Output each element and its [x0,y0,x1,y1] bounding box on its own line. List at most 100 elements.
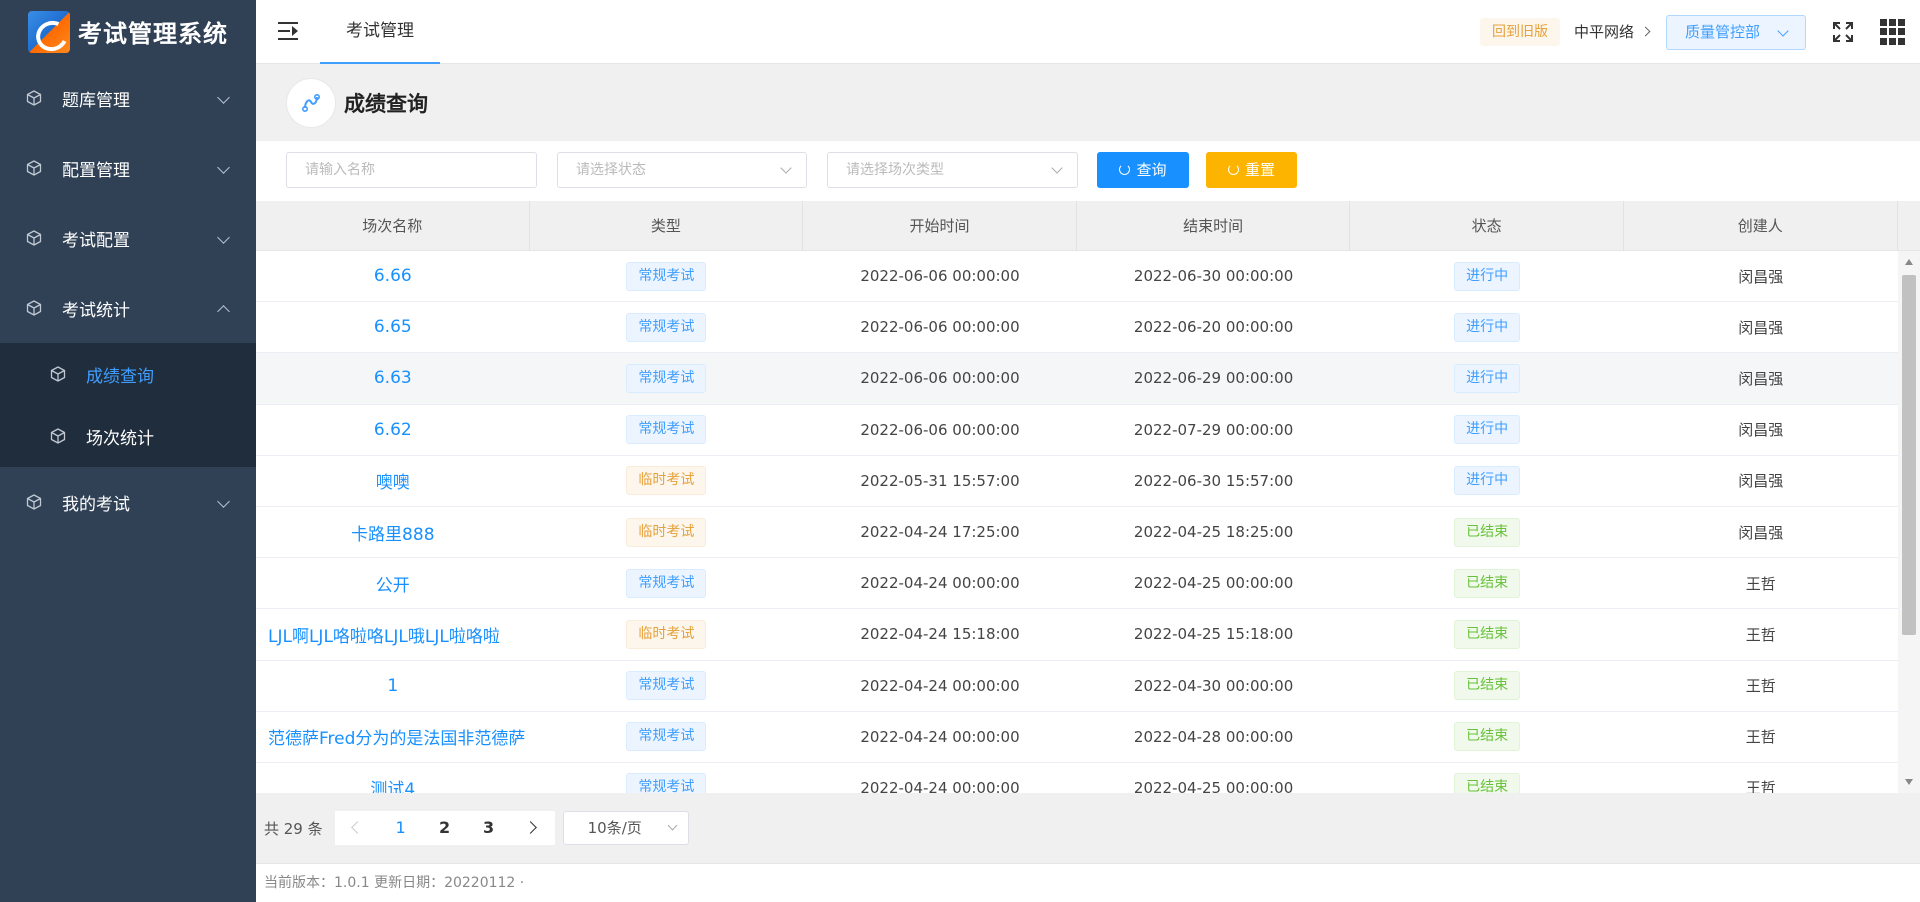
type-tag: 临时考试 [626,466,707,496]
scroll-down-icon[interactable] [1905,779,1913,785]
submenu-exam-stats: 成绩查询 场次统计 [0,343,256,467]
creator-name: 王哲 [1745,574,1776,593]
tab-exam-management[interactable]: 考试管理 [320,0,440,64]
org-label: 中平网络 [1574,23,1635,41]
status-badge-cell: 已结束 [1350,763,1624,793]
table-row[interactable]: 卡路里888 临时考试 2022-04-24 17:25:00 2022-04-25 … [256,506,1898,559]
session-name-link[interactable]: 6.63 [256,353,530,403]
sidebar-item-label: 题库管理 [62,90,130,111]
session-name-link[interactable]: 1 [256,661,530,711]
creator-name: 闵昌强 [1738,421,1784,440]
total-count: 共 29 条 [264,819,323,838]
scroll-up-icon[interactable] [1905,259,1913,265]
column-header: 场次名称 [256,201,530,251]
creator-name: 闵昌强 [1738,318,1784,337]
creator-name: 闵昌强 [1738,369,1784,388]
table-row[interactable]: 测试4 常规考试 2022-04-24 00:00:00 2022-04-25 00:… [256,762,1898,793]
end-time: 2022-06-30 00:00:00 [1133,267,1294,286]
type-tag-cell: 常规考试 [530,405,804,455]
old-version-button[interactable]: 回到旧版 [1480,18,1560,46]
type-tag-cell: 常规考试 [530,251,804,301]
page-1-button[interactable]: 1 [378,811,423,845]
session-name-link[interactable]: 噢噢 [256,456,530,506]
page-3-button[interactable]: 3 [466,811,511,845]
table-row[interactable]: 1 常规考试 2022-04-24 00:00:00 2022-04-30 00:00… [256,660,1898,712]
sidebar-item-label: 考试配置 [62,230,130,251]
end-time: 2022-04-25 00:00:00 [1133,574,1294,593]
end-time: 2022-04-25 00:00:00 [1133,778,1294,793]
query-label: 查询 [1136,161,1167,179]
type-tag-cell: 临时考试 [530,609,804,659]
creator-name: 王哲 [1745,728,1776,747]
start-time: 2022-06-06 00:00:00 [860,420,1020,439]
status-badge-cell: 已结束 [1350,558,1624,608]
org-breadcrumb[interactable]: 中平网络 [1574,18,1651,46]
table-row[interactable]: 噢噢 临时考试 2022-05-31 15:57:00 2022-06-30 15:5… [256,455,1898,507]
sidebar-item-config[interactable]: 配置管理 [0,133,256,203]
sidebar-item-exam-stats[interactable]: 考试统计 [0,273,256,343]
table-row[interactable]: 6.65 常规考试 2022-06-06 00:00:00 2022-06-20 00… [256,302,1898,354]
sidebar-item-my-exams[interactable]: 我的考试 [0,467,256,537]
app-title: 考试管理系统 [78,20,228,48]
session-name-link[interactable]: 公开 [256,558,530,608]
type-tag-cell: 常规考试 [530,558,804,608]
sidebar-item-session-stats[interactable]: 场次统计 [0,405,256,467]
session-name-link[interactable]: 6.66 [256,251,530,301]
start-time: 2022-04-24 00:00:00 [860,727,1020,746]
sidebar-item-label: 成绩查询 [86,366,154,387]
table-row[interactable]: 6.63 常规考试 2022-06-06 00:00:00 2022-06-29 00… [256,353,1898,405]
fullscreen-icon[interactable] [1831,20,1855,44]
table-row[interactable]: 范德萨Fred分为的是法国非范德萨 常规考试 2022-04-24 00:00:00… [256,711,1898,763]
reset-button[interactable]: 重置 [1206,152,1297,188]
reset-label: 重置 [1244,161,1275,179]
refresh-icon [1227,163,1239,175]
dept-label: 质量管控部 [1685,23,1761,41]
table-row[interactable]: 公开 常规考试 2022-04-24 00:00:00 2022-04-25 00:0… [256,558,1898,610]
menu-toggle-icon[interactable] [278,22,300,40]
prev-page-icon[interactable] [334,811,379,845]
session-name-link[interactable]: 6.65 [256,302,530,352]
start-time: 2022-04-24 17:25:00 [860,523,1020,542]
type-tag-cell: 临时考试 [530,456,804,506]
status-badge: 进行中 [1454,363,1521,393]
column-header: 创建人 [1624,201,1898,251]
end-time: 2022-04-28 00:00:00 [1133,727,1294,746]
session-name-link[interactable]: 6.62 [256,405,530,455]
status-badge-cell: 进行中 [1350,302,1624,352]
sidebar-menu: 题库管理 配置管理 考试配置 考试统计 [0,63,256,343]
name-search-input[interactable]: 请输入名称 [286,152,537,188]
table-row[interactable]: LJL啊LJL咯啦咯LJL哦LJL啦咯啦 临时考试 2022-04-24 15:18… [256,609,1898,661]
start-time: 2022-06-06 00:00:00 [860,369,1020,388]
cube-icon [26,494,42,510]
query-button[interactable]: 查询 [1097,152,1189,188]
dept-select[interactable]: 质量管控部 [1666,15,1806,50]
page-size-select[interactable]: 10条/页 [562,811,689,845]
apps-grid-icon[interactable] [1880,19,1906,45]
sidebar-item-exam-config[interactable]: 考试配置 [0,203,256,273]
sidebar-item-question-bank[interactable]: 题库管理 [0,63,256,133]
creator-name: 闵昌强 [1738,472,1784,491]
scroll-thumb[interactable] [1902,275,1916,635]
end-time: 2022-06-29 00:00:00 [1133,369,1294,388]
cube-icon [50,366,66,382]
next-page-icon[interactable] [510,811,555,845]
sidebar-item-score-query[interactable]: 成绩查询 [0,343,256,405]
type-tag: 常规考试 [626,415,707,445]
session-name-link[interactable]: LJL啊LJL咯啦咯LJL哦LJL啦咯啦 [256,609,530,659]
session-type-select[interactable]: 请选择场次类型 [827,152,1078,188]
status-badge: 已结束 [1454,517,1521,547]
type-tag-cell: 常规考试 [530,302,804,352]
session-name-link[interactable]: 测试4 [256,763,530,793]
session-name-link[interactable]: 范德萨Fred分为的是法国非范德萨 [256,712,530,762]
vertical-scrollbar[interactable] [1898,251,1920,793]
cube-icon [50,428,66,444]
page-title: 成绩查询 [344,91,428,116]
status-select[interactable]: 请选择状态 [557,152,807,188]
sidebar-menu-bottom: 我的考试 [0,467,256,537]
session-name-link[interactable]: 卡路里888 [256,507,530,557]
page-2-button[interactable]: 2 [422,811,467,845]
table-row[interactable]: 6.66 常规考试 2022-06-06 00:00:00 2022-06-30 00… [256,251,1898,303]
logo[interactable]: 考试管理系统 [0,0,256,63]
status-badge-cell: 已结束 [1350,661,1624,711]
table-row[interactable]: 6.62 常规考试 2022-06-06 00:00:00 2022-07-29 00… [256,404,1898,456]
